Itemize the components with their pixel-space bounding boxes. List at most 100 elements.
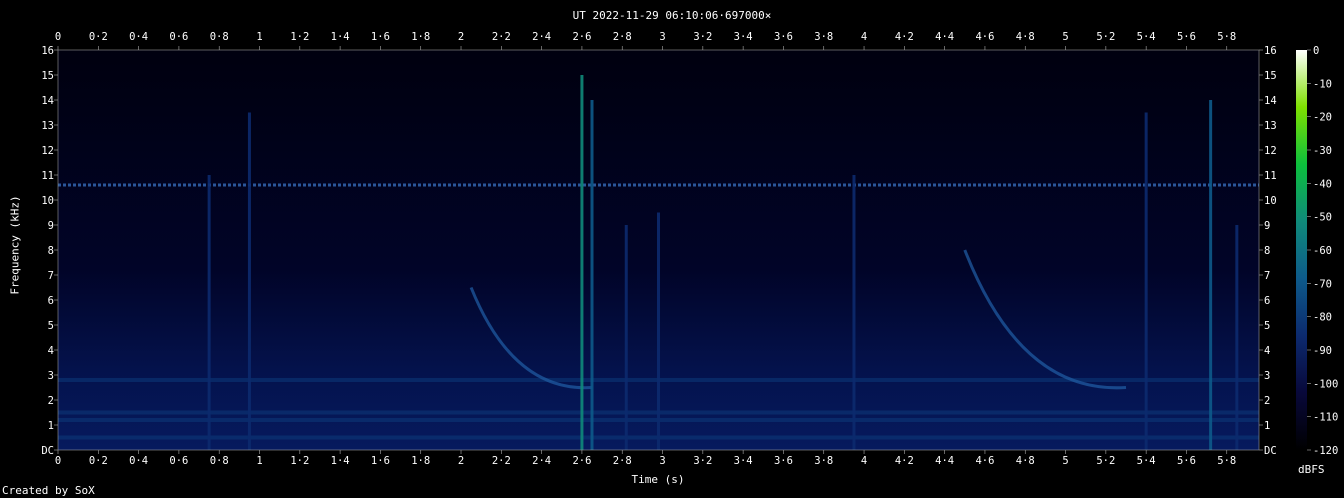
x-tick-label-bottom: 1·6 — [371, 455, 390, 467]
y-tick-label-left: 9 — [48, 220, 54, 232]
x-tick-label-top: 2·8 — [613, 31, 632, 43]
x-axis-label: Time (s) — [631, 473, 685, 486]
x-tick-label-bottom: 4·4 — [935, 455, 954, 467]
x-tick-label-bottom: 5·6 — [1177, 455, 1196, 467]
colorbar-unit-label: dBFS — [1298, 463, 1325, 476]
y-tick-label-right: 2 — [1264, 395, 1270, 407]
x-tick-label-top: 0·2 — [89, 31, 108, 43]
x-tick-label-bottom: 3 — [659, 455, 665, 467]
y-tick-label-left: DC — [41, 445, 54, 457]
x-tick-label-bottom: 2·2 — [492, 455, 511, 467]
x-tick-label-bottom: 0·2 — [89, 455, 108, 467]
x-tick-label-top: 2·4 — [532, 31, 551, 43]
y-tick-label-right: 13 — [1264, 120, 1277, 132]
credit-text: Created by SoX — [2, 484, 95, 497]
x-tick-label-top: 5·6 — [1177, 31, 1196, 43]
x-tick-label-bottom: 5·4 — [1137, 455, 1156, 467]
y-tick-label-right: 7 — [1264, 270, 1270, 282]
x-tick-label-top: 3·6 — [774, 31, 793, 43]
y-tick-label-right: 16 — [1264, 45, 1277, 57]
x-tick-label-bottom: 2 — [458, 455, 464, 467]
x-tick-label-bottom: 0 — [55, 455, 61, 467]
colorbar-tick-label: -70 — [1313, 278, 1332, 290]
burst-column — [1235, 225, 1239, 450]
y-tick-label-right: 15 — [1264, 70, 1277, 82]
y-tick-label-left: 11 — [41, 170, 54, 182]
y-tick-label-left: 6 — [48, 295, 54, 307]
burst-column — [624, 225, 628, 450]
colorbar-tick-label: -60 — [1313, 245, 1332, 257]
x-tick-label-top: 1·8 — [411, 31, 430, 43]
burst-column — [207, 175, 211, 450]
burst-column — [590, 100, 594, 450]
x-tick-label-top: 4·4 — [935, 31, 954, 43]
burst-column — [852, 175, 856, 450]
x-tick-label-bottom: 3·4 — [734, 455, 753, 467]
y-tick-label-left: 7 — [48, 270, 54, 282]
y-tick-label-left: 8 — [48, 245, 54, 257]
x-tick-label-bottom: 0·8 — [210, 455, 229, 467]
x-tick-label-top: 2·6 — [572, 31, 591, 43]
x-tick-label-bottom: 1·4 — [331, 455, 350, 467]
y-tick-label-left: 14 — [41, 95, 54, 107]
x-tick-label-bottom: 2·6 — [572, 455, 591, 467]
y-tick-label-right: 4 — [1264, 345, 1270, 357]
y-tick-label-right: 1 — [1264, 420, 1270, 432]
y-axis-label: Frequency (kHz) — [8, 195, 22, 295]
colorbar-tick-label: 0 — [1313, 45, 1319, 57]
spectrogram-chart: 000·20·20·40·40·60·60·80·8111·21·21·41·4… — [41, 31, 1338, 467]
colorbar-tick-label: -10 — [1313, 78, 1332, 90]
x-tick-label-top: 3·2 — [693, 31, 712, 43]
x-tick-label-bottom: 3·8 — [814, 455, 833, 467]
y-tick-label-right: 3 — [1264, 370, 1270, 382]
x-tick-label-top: 1·4 — [331, 31, 350, 43]
y-tick-label-left: 10 — [41, 195, 54, 207]
y-tick-label-left: 4 — [48, 345, 54, 357]
burst-column — [247, 112, 251, 450]
chart-title: UT 2022-11-29 06:10:06·697000× — [572, 9, 772, 22]
x-tick-label-bottom: 5·8 — [1217, 455, 1236, 467]
x-tick-label-bottom: 5·2 — [1096, 455, 1115, 467]
x-tick-label-bottom: 0·6 — [169, 455, 188, 467]
x-tick-label-bottom: 5 — [1062, 455, 1068, 467]
y-tick-label-left: 5 — [48, 320, 54, 332]
x-tick-label-bottom: 0·4 — [129, 455, 148, 467]
y-tick-label-left: 15 — [41, 70, 54, 82]
x-tick-label-top: 5 — [1062, 31, 1068, 43]
colorbar-tick-label: -30 — [1313, 145, 1332, 157]
x-tick-label-top: 5·4 — [1137, 31, 1156, 43]
x-tick-label-top: 4·6 — [975, 31, 994, 43]
x-tick-label-bottom: 1 — [256, 455, 262, 467]
x-tick-label-top: 0·8 — [210, 31, 229, 43]
x-tick-label-bottom: 1·2 — [290, 455, 309, 467]
burst-column — [657, 212, 660, 450]
y-tick-label-left: 16 — [41, 45, 54, 57]
burst-column — [580, 75, 584, 450]
x-tick-label-top: 0 — [55, 31, 61, 43]
x-tick-label-top: 4·2 — [895, 31, 914, 43]
x-tick-label-bottom: 2·4 — [532, 455, 551, 467]
x-tick-label-top: 1 — [256, 31, 262, 43]
x-tick-label-bottom: 4 — [861, 455, 867, 467]
y-tick-label-right: 10 — [1264, 195, 1277, 207]
y-tick-label-right: 12 — [1264, 145, 1277, 157]
colorbar — [1296, 50, 1307, 450]
burst-column — [1144, 112, 1148, 450]
x-tick-label-bottom: 3·6 — [774, 455, 793, 467]
y-tick-label-right: 9 — [1264, 220, 1270, 232]
x-tick-label-bottom: 2·8 — [613, 455, 632, 467]
y-tick-label-left: 3 — [48, 370, 54, 382]
x-tick-label-top: 1·6 — [371, 31, 390, 43]
x-tick-label-top: 0·6 — [169, 31, 188, 43]
y-tick-label-right: 8 — [1264, 245, 1270, 257]
x-tick-label-bottom: 1·8 — [411, 455, 430, 467]
x-tick-label-bottom: 4·6 — [975, 455, 994, 467]
y-tick-label-right: DC — [1264, 445, 1277, 457]
y-tick-label-right: 11 — [1264, 170, 1277, 182]
y-tick-label-right: 5 — [1264, 320, 1270, 332]
y-tick-label-right: 6 — [1264, 295, 1270, 307]
x-tick-label-top: 1·2 — [290, 31, 309, 43]
y-tick-label-left: 1 — [48, 420, 54, 432]
colorbar-tick-label: -90 — [1313, 345, 1332, 357]
colorbar-tick-label: -100 — [1313, 378, 1338, 390]
